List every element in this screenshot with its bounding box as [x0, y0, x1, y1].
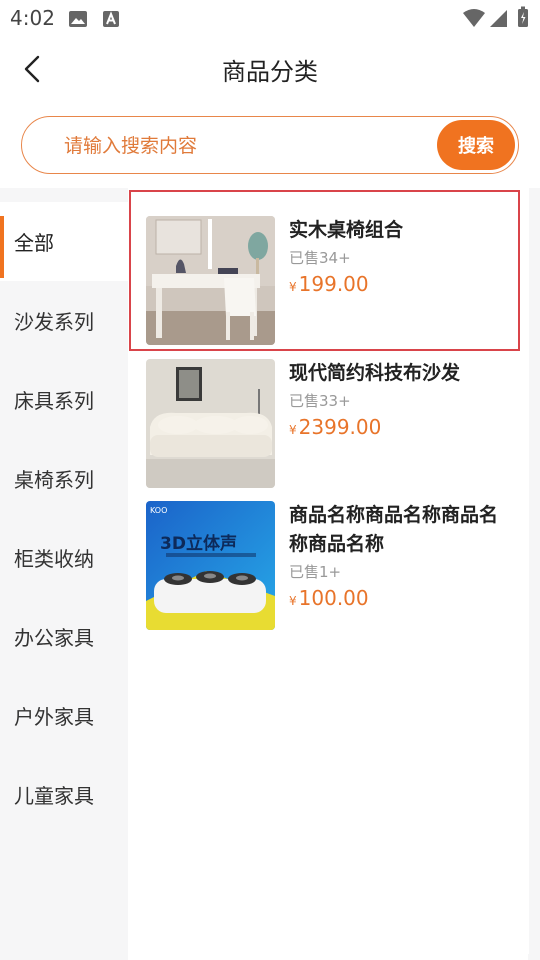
product-name: 实木桌椅组合	[289, 219, 404, 241]
currency-symbol: ¥	[289, 280, 297, 294]
product-sold: 已售1+	[289, 563, 342, 581]
a-icon	[103, 11, 119, 27]
product-name: 现代简约科技布沙发	[289, 362, 461, 384]
product-sold: 已售34+	[289, 249, 351, 267]
search-input[interactable]	[62, 129, 426, 163]
status-bar: 4:02	[0, 0, 540, 36]
product-card[interactable]: 实木桌椅组合 已售34+ ¥199.00	[146, 216, 526, 346]
battery-icon	[518, 6, 528, 27]
content-edge	[528, 188, 540, 960]
sidebar-item-sofa[interactable]: 沙发系列	[0, 281, 128, 360]
sidebar-item-all[interactable]: 全部	[0, 202, 128, 281]
product-card[interactable]: KOO 3D立体声 商品名称商品名称商品名称商品名称 已售1+ ¥100.00	[146, 501, 526, 631]
product-image-desk	[146, 216, 275, 345]
price-value: 2399.00	[298, 415, 382, 439]
gallery-icon	[69, 11, 87, 27]
speaker-brand-text: KOO	[150, 506, 167, 515]
sidebar-item-table-chair[interactable]: 桌椅系列	[0, 439, 128, 518]
product-sold: 已售33+	[289, 392, 351, 410]
speaker-headline-text: 3D立体声	[160, 533, 237, 554]
price-value: 100.00	[298, 586, 369, 610]
category-sidebar: 全部 沙发系列 床具系列 桌椅系列 柜类收纳 办公家具 户外家具 儿童家具	[0, 188, 128, 960]
search-bar: 搜索	[21, 116, 519, 174]
header: 商品分类	[0, 36, 540, 106]
status-time: 4:02	[10, 6, 55, 30]
currency-symbol: ¥	[289, 423, 297, 437]
price-value: 199.00	[298, 272, 369, 296]
product-name: 商品名称商品名称商品名称商品名称	[289, 504, 499, 555]
product-card[interactable]: 现代简约科技布沙发 已售33+ ¥2399.00	[146, 359, 526, 489]
currency-symbol: ¥	[289, 594, 297, 608]
wifi-icon	[463, 9, 485, 27]
sidebar-item-bed[interactable]: 床具系列	[0, 360, 128, 439]
product-price: ¥199.00	[289, 272, 369, 296]
sidebar-item-cabinet[interactable]: 柜类收纳	[0, 518, 128, 597]
signal-icon	[490, 10, 507, 27]
sidebar-item-outdoor[interactable]: 户外家具	[0, 676, 128, 755]
sidebar-item-office[interactable]: 办公家具	[0, 597, 128, 676]
page-title: 商品分类	[222, 58, 318, 86]
product-price: ¥100.00	[289, 586, 369, 610]
product-image-sofa	[146, 359, 275, 488]
product-image-speaker: KOO 3D立体声	[146, 501, 275, 630]
product-price: ¥2399.00	[289, 415, 381, 439]
product-list: 实木桌椅组合 已售34+ ¥199.00 现代简约科技布沙发 已售33+ ¥ 2…	[128, 188, 529, 954]
search-button[interactable]: 搜索	[437, 120, 515, 170]
sidebar-item-kids[interactable]: 儿童家具	[0, 755, 128, 834]
